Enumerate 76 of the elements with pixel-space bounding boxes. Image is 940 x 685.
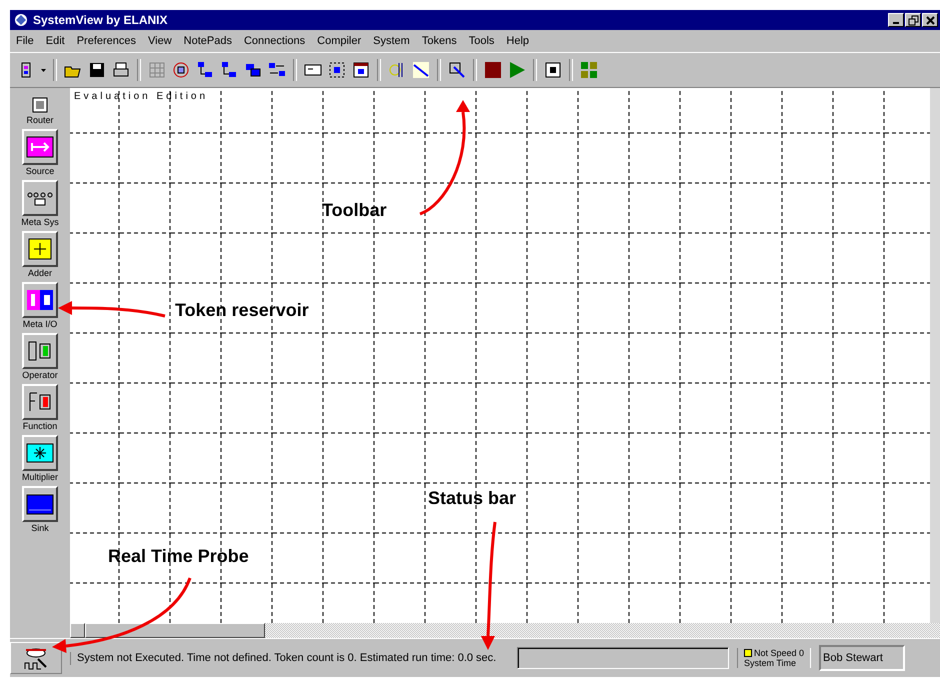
token-label: Meta I/O — [22, 319, 58, 329]
overlap-icon — [244, 61, 262, 79]
tiles-button[interactable] — [579, 60, 599, 80]
horizontal-scrollbar[interactable] — [70, 623, 940, 638]
minimize-icon — [893, 22, 899, 24]
plot-button[interactable] — [411, 60, 431, 80]
layout-icon — [448, 61, 466, 79]
token-label: Operator — [22, 370, 58, 380]
annotation-label: Token reservoir — [175, 300, 309, 321]
annotation-label: Toolbar — [322, 200, 387, 221]
grid-icon — [148, 61, 166, 79]
app-logo-icon — [14, 13, 28, 27]
target-icon — [172, 61, 190, 79]
token-label: Adder — [28, 268, 52, 278]
restore-button[interactable] — [905, 13, 921, 27]
speed-label: Not Speed 0 — [754, 648, 804, 658]
token-label: Router — [26, 115, 54, 125]
dropdown-button[interactable] — [40, 68, 47, 72]
stop-icon — [484, 61, 502, 79]
link-icon — [220, 61, 238, 79]
menu-item[interactable]: Connections — [244, 35, 306, 47]
window-title: SystemView by ELANIX — [33, 13, 168, 27]
status-message: System not Executed. Time not defined. Token count is 0. Estimated run time: 0.0 sec. — [70, 652, 497, 664]
menu-item[interactable]: View — [148, 35, 172, 47]
vertical-scrollbar[interactable] — [930, 88, 940, 623]
target-button[interactable] — [171, 60, 191, 80]
token-label: Multiplier — [22, 472, 58, 482]
menu-item[interactable]: Help — [506, 35, 530, 47]
indicator-lamp — [744, 649, 752, 657]
annotation-label: Status bar — [428, 488, 516, 509]
print-icon — [112, 61, 130, 79]
tiles-icon — [580, 61, 598, 79]
token-label: Source — [26, 166, 54, 176]
connect-icon — [196, 61, 214, 79]
minimize-button[interactable] — [888, 13, 904, 27]
adder-icon — [26, 236, 54, 262]
puzzle-button[interactable] — [543, 60, 563, 80]
token-button[interactable] — [30, 96, 49, 114]
dropdown-icon — [41, 68, 46, 72]
group-icon — [328, 61, 346, 79]
token-label: Sink — [31, 523, 49, 533]
connect-button[interactable] — [195, 60, 215, 80]
frame-button[interactable] — [351, 60, 371, 80]
meta-io-icon — [26, 287, 54, 313]
layout-button[interactable] — [447, 60, 467, 80]
menu-item[interactable]: Preferences — [76, 35, 136, 47]
menu-item[interactable]: Tools — [468, 35, 494, 47]
watermark-text: Evaluation Edition — [74, 91, 208, 102]
save-icon — [88, 61, 106, 79]
puzzle-icon — [544, 61, 562, 79]
menu-item[interactable]: NotePads — [184, 35, 232, 47]
source-icon — [26, 134, 54, 160]
menu-item[interactable]: Edit — [46, 35, 65, 47]
annotation-label: Real Time Probe — [108, 546, 249, 567]
probe-button[interactable] — [10, 642, 62, 674]
swap-icon — [268, 61, 286, 79]
save-button[interactable] — [87, 60, 107, 80]
link-button[interactable] — [219, 60, 239, 80]
close-icon — [924, 14, 936, 26]
user-name: Bob Stewart — [819, 645, 906, 671]
menu-item[interactable]: System — [373, 35, 410, 47]
menu-item[interactable]: Compiler — [317, 35, 362, 47]
run-button[interactable] — [507, 60, 527, 80]
menu-item[interactable]: Tokens — [422, 35, 457, 47]
frame-icon — [352, 61, 370, 79]
stop-button[interactable] — [483, 60, 503, 80]
token-label: Function — [22, 421, 58, 431]
menu-item[interactable]: File — [16, 35, 34, 47]
router-icon — [30, 96, 49, 114]
group-button[interactable] — [327, 60, 347, 80]
time-label: System Time — [744, 658, 798, 668]
restore-icon — [908, 14, 918, 26]
token-label: Meta Sys — [21, 217, 59, 227]
run-icon — [508, 61, 526, 79]
plot-icon — [412, 61, 430, 79]
close-button[interactable] — [922, 13, 938, 27]
